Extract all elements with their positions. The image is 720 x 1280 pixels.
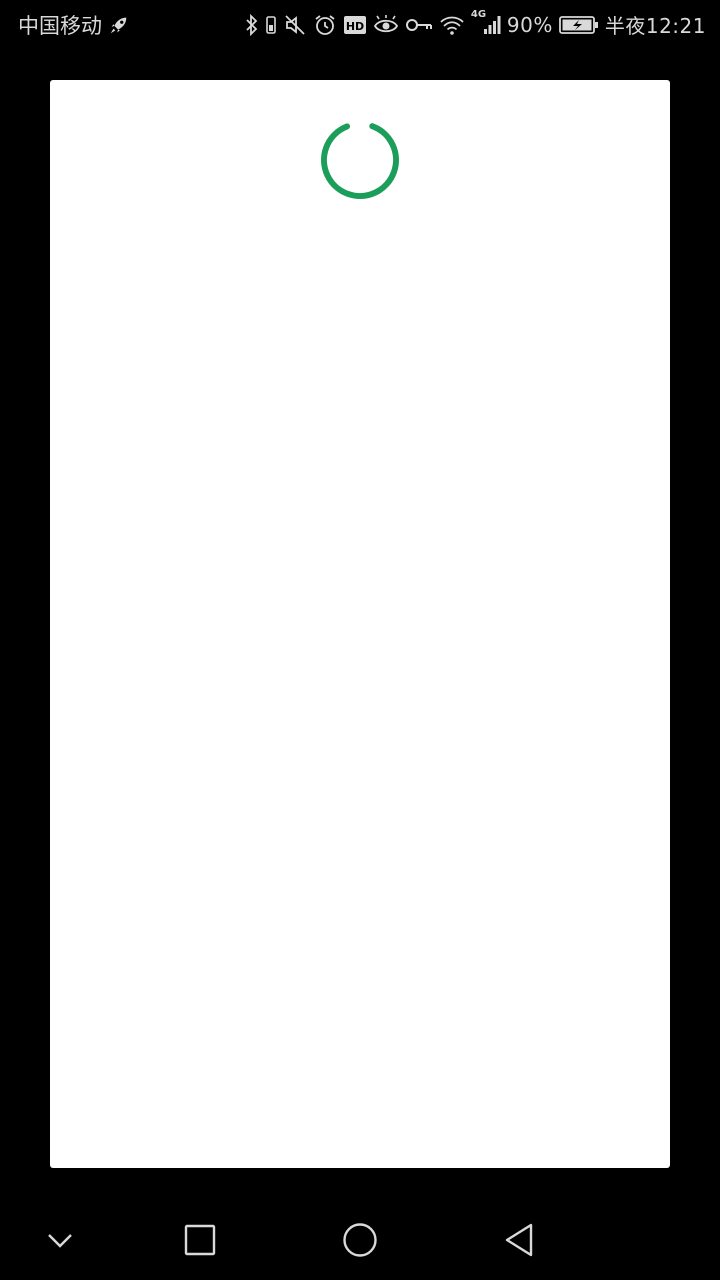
carrier-label: 中国移动 <box>18 14 102 38</box>
loading-dialog <box>50 80 670 1168</box>
nav-back-button[interactable] <box>495 1215 545 1265</box>
chevron-down-icon <box>48 1234 72 1248</box>
back-icon <box>505 1223 533 1257</box>
loading-spinner-icon <box>321 121 399 200</box>
nav-home-button[interactable] <box>335 1215 385 1265</box>
recents-icon <box>184 1224 216 1256</box>
wifi-icon <box>439 13 465 37</box>
battery-percent: 90% <box>506 12 553 37</box>
alarm-icon <box>313 13 337 37</box>
navigation-bar <box>0 1200 720 1280</box>
home-icon <box>343 1223 377 1257</box>
eye-icon <box>373 13 399 37</box>
mute-icon <box>283 13 307 37</box>
nav-chevron-down-button[interactable] <box>35 1215 85 1265</box>
network-type-label: 4G <box>470 8 487 20</box>
status-right: HD 4G 90% 半夜12:21 <box>245 9 706 39</box>
hd-icon: HD <box>343 13 367 37</box>
signal-icon: 4G <box>471 9 501 37</box>
battery-icon <box>558 13 599 37</box>
rocket-icon <box>108 14 130 36</box>
status-bar: 中国移动 HD 4G 90% 半夜12:21 <box>0 0 720 50</box>
status-left: 中国移动 <box>18 10 130 40</box>
svg-text:HD: HD <box>346 20 364 33</box>
clock: 半夜12:21 <box>604 14 706 38</box>
bluetooth-icon <box>245 13 259 37</box>
vibrate-icon <box>265 13 277 37</box>
nav-recents-button[interactable] <box>175 1215 225 1265</box>
key-icon <box>405 13 433 37</box>
